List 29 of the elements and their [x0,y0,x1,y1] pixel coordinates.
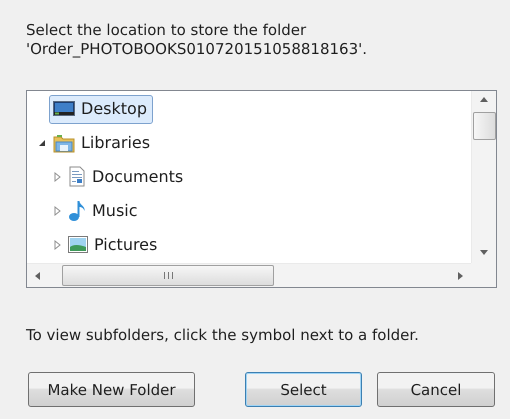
collapse-icon[interactable] [38,139,46,147]
tree-item[interactable]: Libraries [49,128,156,158]
grip-icon [164,272,172,279]
document-icon [68,166,86,187]
expand-icon[interactable] [54,172,60,182]
monitor-icon [53,100,75,117]
scroll-thumb[interactable] [472,112,496,140]
scroll-right-icon [458,272,463,280]
new-folder-button[interactable]: Make New Folder [28,372,195,407]
prompt-text: 'Order_PHOTOBOOKS010720151058818163'. [26,40,368,59]
vertical-scrollbar[interactable] [471,91,496,263]
picture-icon [68,236,88,253]
scroll-down-icon [480,250,488,255]
scroll-up-icon [480,97,488,102]
expand-icon[interactable] [54,240,60,250]
expand-icon[interactable] [54,206,60,216]
tree-item[interactable]: Documents [64,162,190,192]
tree-item[interactable]: Desktop [49,94,153,124]
folder-icon [53,132,75,152]
prompt-text: Select the location to store the folder [26,21,308,40]
horizontal-scrollbar[interactable] [27,263,471,287]
scroll-thumb[interactable] [62,265,274,286]
hint-text: To view subfolders, click the symbol next to a folder. [26,326,420,345]
tree-item[interactable]: Music [64,196,144,226]
scroll-left-icon [35,272,40,280]
music-note-icon [68,200,86,221]
cancel-button[interactable]: Cancel [377,372,495,407]
tree-item[interactable]: Pictures [64,230,164,260]
select-button[interactable]: Select [245,372,362,407]
